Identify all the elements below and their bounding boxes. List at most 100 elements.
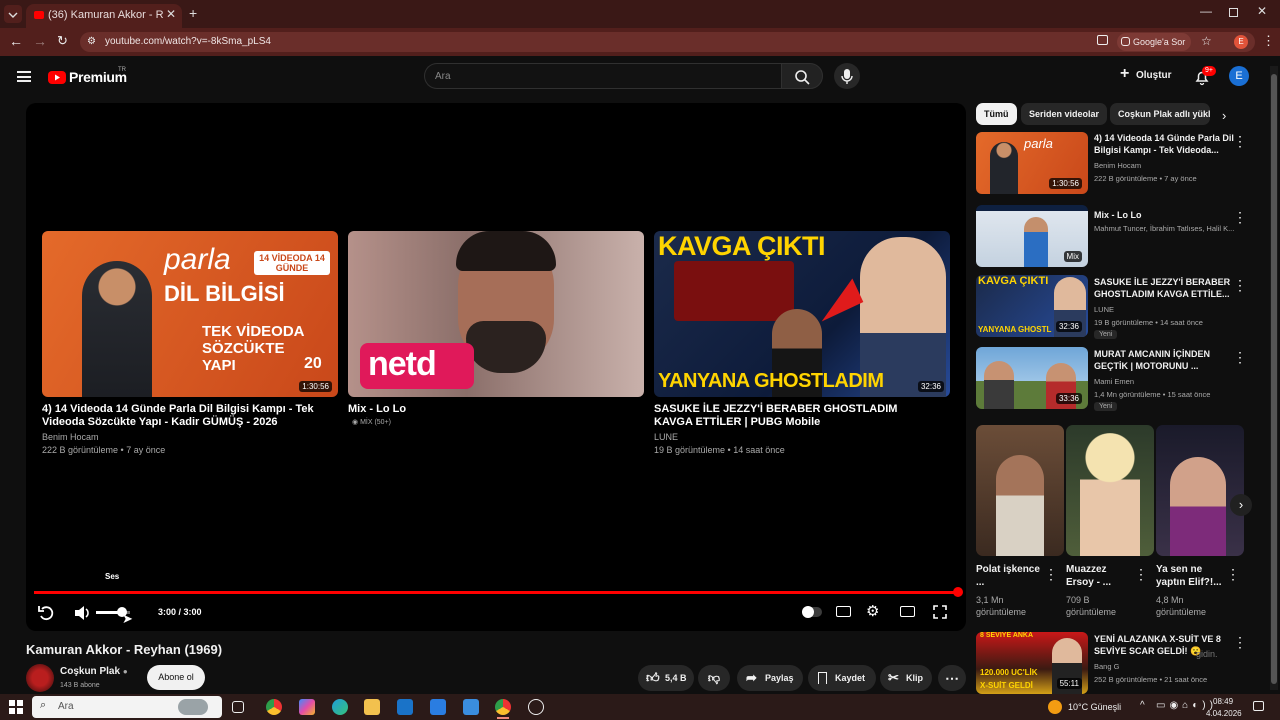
- related-thumbnail[interactable]: Mix: [976, 205, 1088, 267]
- more-options-icon[interactable]: ⋮: [1233, 350, 1247, 364]
- more-actions-button[interactable]: ⋯: [938, 665, 966, 691]
- subscribe-button[interactable]: Abone ol: [147, 665, 205, 690]
- app-icon[interactable]: [430, 699, 446, 715]
- end-card-title[interactable]: Mix - Lo Lo: [348, 403, 628, 416]
- video-player[interactable]: parla 14 VİDEODA 14 GÜNDE DİL BİLGİSİ TE…: [26, 103, 966, 631]
- browser-tab[interactable]: (36) Kamuran Akkor - Reyhan ( ✕: [26, 4, 182, 28]
- subtitles-icon[interactable]: [836, 606, 851, 617]
- voice-search-button[interactable]: [834, 63, 860, 89]
- tab-close-icon[interactable]: ✕: [166, 7, 176, 21]
- media-icon[interactable]: [528, 699, 544, 715]
- chrome-icon[interactable]: [266, 699, 282, 715]
- url-bar[interactable]: ⚙ youtube.com/watch?v=-8kSma_pLS4 Google…: [80, 32, 1255, 52]
- short-title[interactable]: Polat işkence ...: [976, 563, 1046, 589]
- related-thumbnail[interactable]: KAVGA ÇIKTI YANYANA GHOSTL 32:36: [976, 275, 1088, 337]
- related-channel[interactable]: Mami Emen: [1094, 377, 1134, 386]
- end-card-channel[interactable]: Benim Hocam: [42, 431, 99, 444]
- dislike-button[interactable]: 👎︎: [698, 665, 730, 691]
- short-more-icon[interactable]: ⋮: [1044, 567, 1058, 581]
- restore-icon[interactable]: [1229, 8, 1238, 17]
- browser-menu-icon[interactable]: ⋮: [1262, 33, 1275, 49]
- site-info-icon[interactable]: ⚙: [87, 36, 96, 47]
- related-thumbnail[interactable]: parla 1:30:56: [976, 132, 1088, 194]
- fullscreen-icon[interactable]: [932, 604, 948, 620]
- google-ask-button[interactable]: Google'a Sor: [1117, 33, 1192, 51]
- end-card-title[interactable]: 4) 14 Videoda 14 Günde Parla Dil Bilgisi…: [42, 403, 322, 429]
- related-title[interactable]: Mix - Lo Lo: [1094, 209, 1234, 221]
- more-options-icon[interactable]: ⋮: [1233, 635, 1247, 649]
- file-explorer-icon[interactable]: [364, 699, 380, 715]
- new-tab-icon[interactable]: +: [189, 5, 197, 21]
- bookmark-star-icon[interactable]: ☆: [1201, 34, 1212, 48]
- short-thumbnail[interactable]: [976, 425, 1064, 556]
- weather-text[interactable]: 10°C Güneşli: [1068, 702, 1121, 712]
- back-icon[interactable]: ←: [9, 33, 23, 49]
- related-channel[interactable]: LUNE: [1094, 305, 1114, 314]
- end-card-title[interactable]: SASUKE İLE JEZZY'İ BERABER GHOSTLADIM KA…: [654, 403, 934, 429]
- notification-center-icon[interactable]: [1253, 701, 1264, 711]
- related-title[interactable]: MURAT AMCANIN İÇİNDEN GEÇTİK | MOTORUNU …: [1094, 348, 1234, 372]
- minimize-icon[interactable]: —: [1200, 4, 1212, 18]
- related-thumbnail[interactable]: 8 SEVİYE ANKA 120.000 UC'LİK X-SUİT GELD…: [976, 632, 1088, 694]
- notifications-button[interactable]: 9+: [1193, 66, 1216, 86]
- theater-mode-icon[interactable]: [900, 606, 915, 617]
- scrollbar-thumb[interactable]: [1271, 74, 1277, 684]
- progress-bar[interactable]: [34, 587, 963, 597]
- more-options-icon[interactable]: ⋮: [1233, 134, 1247, 148]
- short-thumbnail[interactable]: [1156, 425, 1244, 556]
- hamburger-menu-icon[interactable]: [17, 71, 31, 82]
- related-channel[interactable]: Bang G: [1094, 662, 1119, 671]
- search-input[interactable]: Ara: [424, 63, 781, 89]
- reload-icon[interactable]: ↻: [57, 33, 68, 49]
- short-more-icon[interactable]: ⋮: [1134, 567, 1148, 581]
- end-card-channel[interactable]: LUNE: [654, 431, 678, 444]
- short-title[interactable]: Ya sen ne yaptın Elif?!...: [1156, 563, 1226, 589]
- close-window-icon[interactable]: ✕: [1257, 4, 1267, 18]
- short-thumbnail[interactable]: [1066, 425, 1154, 556]
- related-title[interactable]: SASUKE İLE JEZZY'İ BERABER GHOSTLADIM KA…: [1094, 276, 1234, 300]
- store-icon[interactable]: [463, 699, 479, 715]
- settings-gear-icon[interactable]: ⚙: [866, 602, 879, 620]
- more-options-icon[interactable]: ⋮: [1233, 210, 1247, 224]
- end-card-thumbnail[interactable]: KAVGA ÇIKTI YANYANA GHOSTLADIM 32:36: [654, 231, 950, 397]
- account-avatar[interactable]: E: [1229, 66, 1249, 86]
- cast-icon[interactable]: [1097, 35, 1108, 45]
- clip-button[interactable]: ✂ Klip: [880, 665, 932, 691]
- tray-chevron-icon[interactable]: ^: [1140, 700, 1145, 711]
- task-view-icon[interactable]: [232, 701, 244, 713]
- search-button[interactable]: [781, 63, 823, 89]
- autoplay-toggle[interactable]: [802, 606, 822, 618]
- like-button[interactable]: 👍︎ 5,4 B: [638, 665, 694, 691]
- related-thumbnail[interactable]: 33:36: [976, 347, 1088, 409]
- end-card-thumbnail[interactable]: netd: [348, 231, 644, 397]
- clock-time[interactable]: 08:49: [1213, 697, 1233, 706]
- replay-icon[interactable]: [36, 603, 56, 623]
- short-more-icon[interactable]: ⋮: [1226, 567, 1240, 581]
- chrome-active-icon[interactable]: [495, 699, 511, 715]
- related-channel[interactable]: Mahmut Tuncer, İbrahim Tatlıses, Halil K…: [1094, 224, 1239, 233]
- clock-date[interactable]: 4.04.2026: [1206, 709, 1242, 718]
- channel-avatar[interactable]: [26, 664, 54, 692]
- shorts-next-icon[interactable]: ›: [1230, 494, 1252, 516]
- channel-name[interactable]: Coşkun Plak ●: [60, 666, 128, 677]
- short-title[interactable]: Muazzez Ersoy - ...: [1066, 563, 1136, 589]
- related-title[interactable]: 4) 14 Videoda 14 Günde Parla Dil Bilgisi…: [1094, 132, 1234, 156]
- chip-channel-uploads[interactable]: Coşkun Plak adlı yükl: [1110, 103, 1210, 125]
- volume-icon[interactable]: [72, 603, 92, 623]
- chip-all[interactable]: Tümü: [976, 103, 1017, 125]
- save-button[interactable]: Kaydet: [808, 665, 876, 691]
- copilot-icon[interactable]: [299, 699, 315, 715]
- share-button[interactable]: ➦ Paylaş: [737, 665, 803, 691]
- related-channel[interactable]: Benim Hocam: [1094, 161, 1141, 170]
- outlook-icon[interactable]: [397, 699, 413, 715]
- page-scrollbar[interactable]: [1270, 66, 1278, 690]
- forward-icon[interactable]: →: [33, 33, 47, 49]
- edge-icon[interactable]: [332, 699, 348, 715]
- taskbar-search[interactable]: ⌕ Ara: [32, 696, 222, 718]
- chip-series[interactable]: Seriden videolar: [1021, 103, 1108, 125]
- windows-start-icon[interactable]: [8, 699, 24, 715]
- tab-search-button[interactable]: [4, 5, 22, 23]
- more-options-icon[interactable]: ⋮: [1233, 278, 1247, 292]
- progress-scrubber[interactable]: [953, 587, 963, 597]
- create-button[interactable]: + Oluştur: [1120, 65, 1172, 85]
